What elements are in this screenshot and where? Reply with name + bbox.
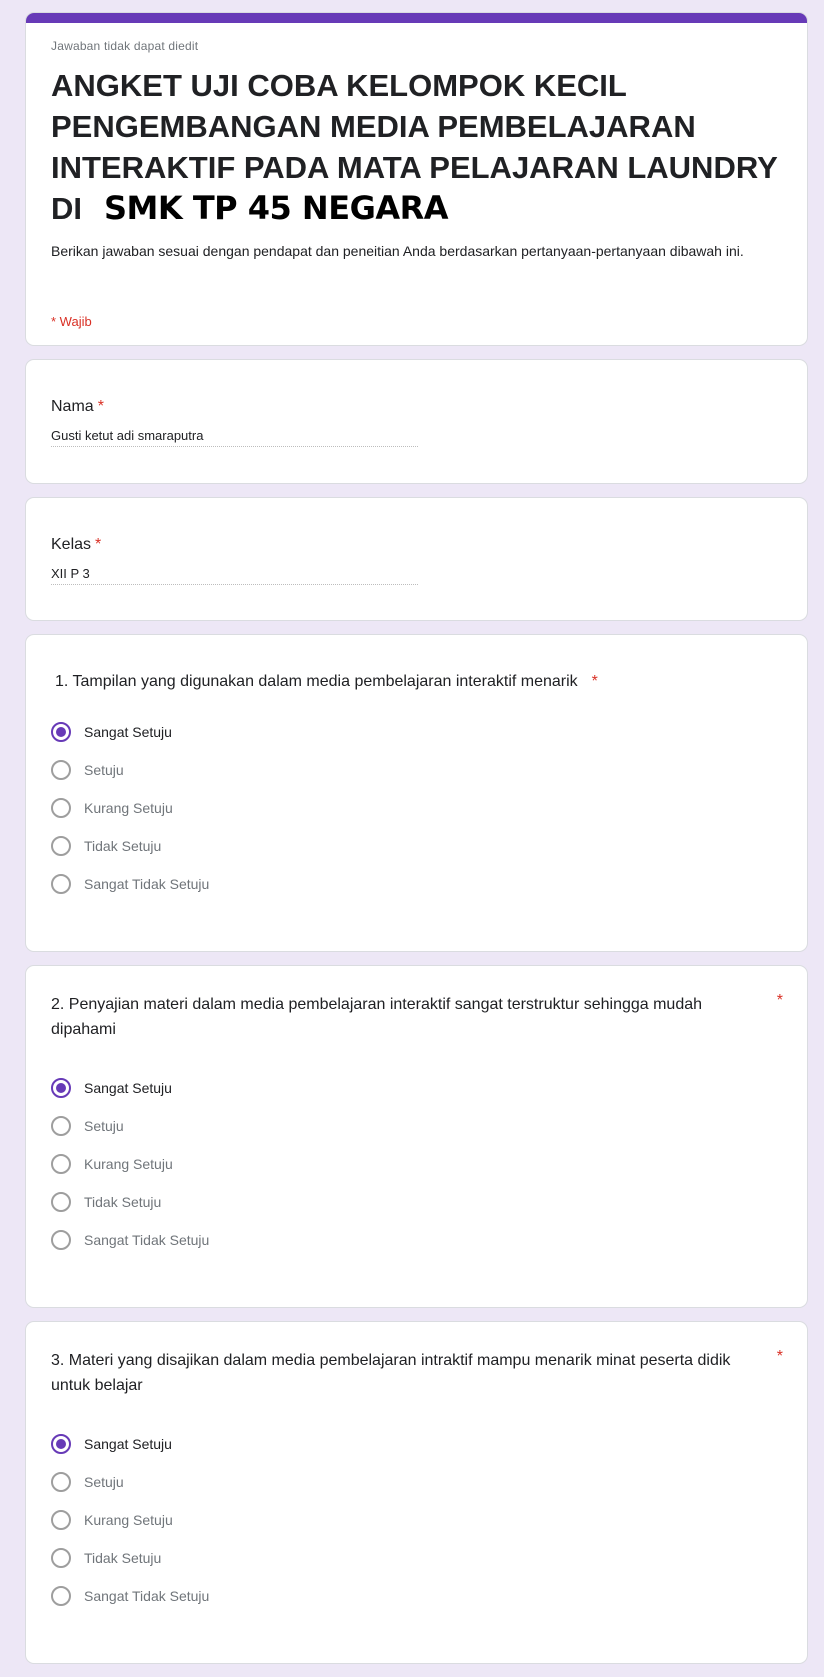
radio-checked-icon[interactable]	[51, 1078, 71, 1098]
kelas-answer[interactable]: XII P 3	[51, 566, 418, 585]
option-label: Tidak Setuju	[84, 1550, 162, 1566]
option-setuju[interactable]: Setuju	[51, 1463, 209, 1501]
nama-label: Nama *	[51, 394, 751, 419]
option-label: Tidak Setuju	[84, 838, 162, 854]
question-1-label: 1. Tampilan yang digunakan dalam media p…	[55, 669, 755, 694]
option-kurang-setuju[interactable]: Kurang Setuju	[51, 1145, 209, 1183]
option-label: Sangat Setuju	[84, 1080, 172, 1096]
radio-checked-icon[interactable]	[51, 722, 71, 742]
radio-unchecked-icon[interactable]	[51, 1472, 71, 1492]
question-3-label: 3. Materi yang disajikan dalam media pem…	[51, 1352, 731, 1394]
readonly-note: Jawaban tidak dapat diedit	[51, 39, 199, 53]
question-2-card: 2. Penyajian materi dalam media pembelaj…	[25, 965, 808, 1308]
radio-unchecked-icon[interactable]	[51, 1116, 71, 1136]
option-kurang-setuju[interactable]: Kurang Setuju	[51, 1501, 209, 1539]
radio-unchecked-icon[interactable]	[51, 1230, 71, 1250]
form-title: ANGKET UJI COBA KELOMPOK KECIL PENGEMBAN…	[51, 65, 791, 229]
question-1-card: 1. Tampilan yang digunakan dalam media p…	[25, 634, 808, 952]
option-setuju[interactable]: Setuju	[51, 1107, 209, 1145]
option-label: Kurang Setuju	[84, 1512, 173, 1528]
form-description: Berikan jawaban sesuai dengan pendapat d…	[51, 243, 744, 259]
required-star: *	[776, 1348, 783, 1365]
header-accent-bar	[26, 13, 807, 23]
question-3-options: Sangat Setuju Setuju Kurang Setuju Tidak…	[51, 1425, 209, 1615]
option-label: Setuju	[84, 762, 124, 778]
nama-card: Nama * Gusti ketut adi smaraputra	[25, 359, 808, 484]
kelas-label: Kelas *	[51, 532, 751, 557]
radio-unchecked-icon[interactable]	[51, 1548, 71, 1568]
option-tidak-setuju[interactable]: Tidak Setuju	[51, 1183, 209, 1221]
question-2-options: Sangat Setuju Setuju Kurang Setuju Tidak…	[51, 1069, 209, 1259]
option-label: Tidak Setuju	[84, 1194, 162, 1210]
option-sangat-setuju[interactable]: Sangat Setuju	[51, 1069, 209, 1107]
nama-label-text: Nama	[51, 398, 94, 415]
option-label: Sangat Setuju	[84, 724, 172, 740]
option-sangat-tidak-setuju[interactable]: Sangat Tidak Setuju	[51, 1221, 209, 1259]
required-star: *	[97, 398, 104, 415]
required-star: *	[95, 536, 102, 553]
option-tidak-setuju[interactable]: Tidak Setuju	[51, 1539, 209, 1577]
radio-unchecked-icon[interactable]	[51, 1192, 71, 1212]
option-label: Sangat Tidak Setuju	[84, 1588, 210, 1604]
radio-unchecked-icon[interactable]	[51, 1510, 71, 1530]
required-star: *	[776, 992, 783, 1009]
radio-unchecked-icon[interactable]	[51, 760, 71, 780]
option-label: Sangat Tidak Setuju	[84, 876, 210, 892]
option-tidak-setuju[interactable]: Tidak Setuju	[51, 827, 209, 865]
question-1-options: Sangat Setuju Setuju Kurang Setuju Tidak…	[51, 713, 209, 903]
option-label: Setuju	[84, 1118, 124, 1134]
form-header-card: Jawaban tidak dapat diedit ANGKET UJI CO…	[25, 12, 808, 346]
option-label: Setuju	[84, 1474, 124, 1490]
option-label: Sangat Tidak Setuju	[84, 1232, 210, 1248]
question-1-text: 1. Tampilan yang digunakan dalam media p…	[55, 673, 578, 690]
question-3-card: 3. Materi yang disajikan dalam media pem…	[25, 1321, 808, 1664]
option-sangat-setuju[interactable]: Sangat Setuju	[51, 713, 209, 751]
radio-unchecked-icon[interactable]	[51, 1586, 71, 1606]
option-label: Kurang Setuju	[84, 800, 173, 816]
option-sangat-tidak-setuju[interactable]: Sangat Tidak Setuju	[51, 865, 209, 903]
option-label: Sangat Setuju	[84, 1436, 172, 1452]
required-note: * Wajib	[51, 314, 92, 329]
nama-answer[interactable]: Gusti ketut adi smaraputra	[51, 428, 418, 447]
radio-unchecked-icon[interactable]	[51, 836, 71, 856]
radio-unchecked-icon[interactable]	[51, 798, 71, 818]
radio-unchecked-icon[interactable]	[51, 874, 71, 894]
option-setuju[interactable]: Setuju	[51, 751, 209, 789]
option-sangat-tidak-setuju[interactable]: Sangat Tidak Setuju	[51, 1577, 209, 1615]
radio-unchecked-icon[interactable]	[51, 1154, 71, 1174]
kelas-card: Kelas * XII P 3	[25, 497, 808, 621]
kelas-label-text: Kelas	[51, 536, 92, 553]
form-title-tail: SMK TP 45 NEGARA	[104, 189, 449, 227]
required-star: *	[591, 673, 598, 690]
option-kurang-setuju[interactable]: Kurang Setuju	[51, 789, 209, 827]
radio-checked-icon[interactable]	[51, 1434, 71, 1454]
question-2-label: 2. Penyajian materi dalam media pembelaj…	[51, 996, 703, 1038]
option-label: Kurang Setuju	[84, 1156, 173, 1172]
option-sangat-setuju[interactable]: Sangat Setuju	[51, 1425, 209, 1463]
